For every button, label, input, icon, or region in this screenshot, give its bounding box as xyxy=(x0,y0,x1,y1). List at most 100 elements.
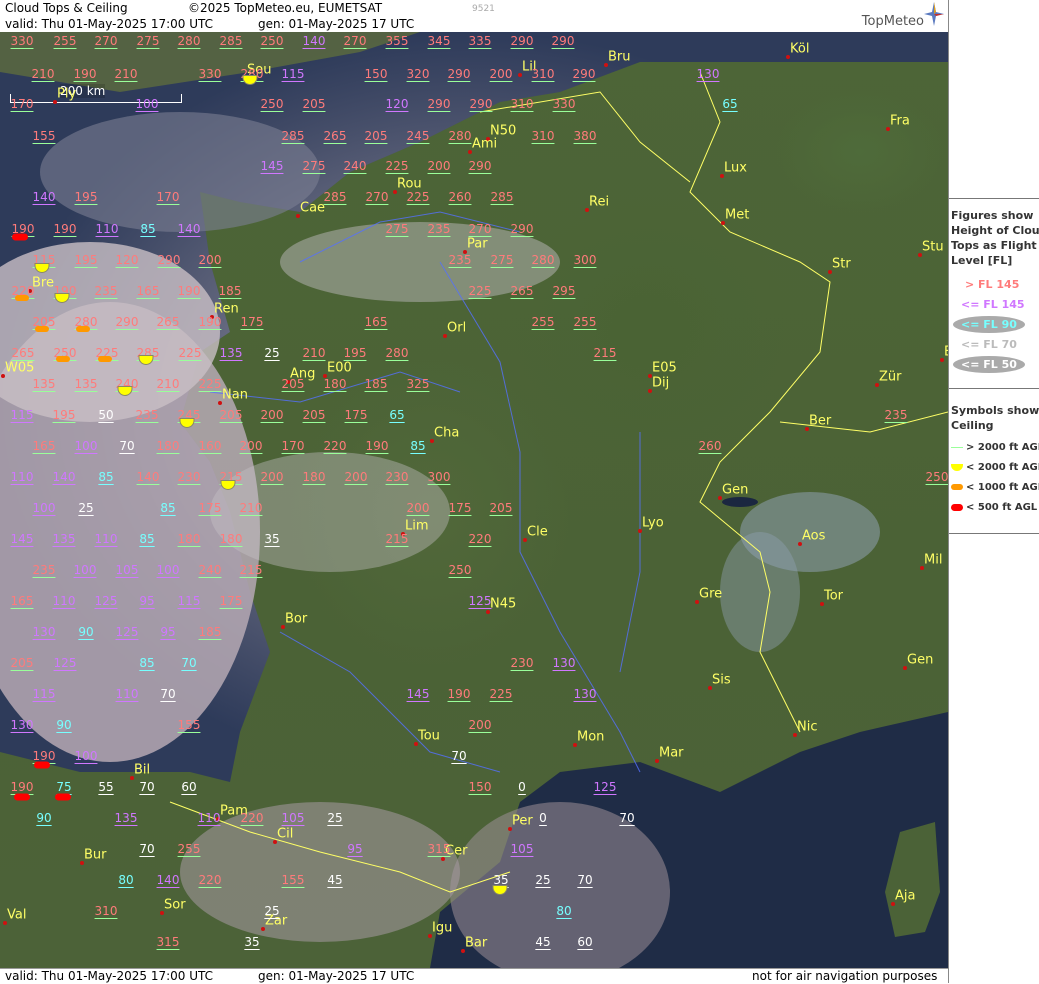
cloud-top-label: 230 xyxy=(385,470,409,484)
cloud-top-label: 175 xyxy=(344,408,368,422)
cloud-top-label: 100 xyxy=(74,439,98,453)
cloud-top-label: 135 xyxy=(74,377,98,391)
cloud-top-label: 130 xyxy=(573,687,597,701)
cloud-top-label: 230 xyxy=(510,656,534,670)
ceiling-orange-icon xyxy=(98,356,112,362)
cloud-top-label: 70 xyxy=(619,811,635,825)
cloud-top-label: 50 xyxy=(98,408,114,422)
cloud-top-label: 180 xyxy=(156,439,180,453)
symbol-row-2000-above: > 2000 ft AGL xyxy=(951,442,1039,453)
copyright-text: ©2025 TopMeteo.eu, EUMETSAT xyxy=(188,1,383,15)
cloud-top-label: 190 xyxy=(447,687,471,701)
cloud-top-label: 230 xyxy=(177,470,201,484)
cloud-top-label: 75 xyxy=(56,780,72,794)
legend-fl-above-145: > FL 145 xyxy=(965,278,1020,291)
cloud-top-label: 165 xyxy=(32,439,56,453)
cloud-top-label: 190 xyxy=(10,780,34,794)
cloud-top-label: 310 xyxy=(94,904,118,918)
cloud-top-label: 35 xyxy=(244,935,260,949)
cloud-top-label: 190 xyxy=(53,222,77,236)
cloud-top-label: 105 xyxy=(510,842,534,856)
city-label: Mon xyxy=(577,729,605,745)
cloud-top-label: 285 xyxy=(281,129,305,143)
cloud-top-label: 60 xyxy=(181,780,197,794)
footer-bar: valid: Thu 01-May-2025 17:00 UTC gen: 01… xyxy=(0,968,948,984)
cloud-top-label: 65 xyxy=(389,408,405,422)
cloud-top-label: 200 xyxy=(406,501,430,515)
satellite-map[interactable]: 200 km Sou Bru Köl Lil Ply Fra N50 Ami Lux Rou Cae… xyxy=(0,32,948,968)
cloud-top-label: 235 xyxy=(32,563,56,577)
cloud-top-label: 110 xyxy=(52,594,76,608)
cloud-top-label: 270 xyxy=(94,34,118,48)
city-label: Par xyxy=(467,236,488,252)
cloud-top-label: 165 xyxy=(364,315,388,329)
cloud-top-label: 45 xyxy=(535,935,551,949)
city-label: Zür xyxy=(879,369,902,385)
cloud-top-label: 165 xyxy=(136,284,160,298)
city-label: Köl xyxy=(790,41,810,57)
cloud-top-label: 95 xyxy=(139,594,155,608)
cloud-top-label: 220 xyxy=(198,873,222,887)
cloud-top-label: 290 xyxy=(469,97,493,111)
cloud-top-label: 200 xyxy=(260,470,284,484)
cloud-top-label: 330 xyxy=(552,97,576,111)
city-label: W05 xyxy=(5,360,35,376)
cloud-top-label: 210 xyxy=(31,67,55,81)
cloud-top-label: 200 xyxy=(260,408,284,422)
cloud-top-label: 320 xyxy=(406,67,430,81)
yellow-cloud-icon xyxy=(951,463,963,471)
cloud-top-label: 275 xyxy=(490,253,514,267)
cloud-top-label: 185 xyxy=(218,284,242,298)
cloud-top-label: 250 xyxy=(925,470,948,484)
cloud-top-label: 115 xyxy=(177,594,201,608)
cloud-top-label: 130 xyxy=(552,656,576,670)
legend-fl-50: <= FL 50 xyxy=(961,358,1017,371)
city-label: Str xyxy=(832,256,851,272)
ceiling-orange-icon xyxy=(15,295,29,301)
symbol-row-1000-below: < 1000 ft AGL xyxy=(951,482,1039,493)
cloud-top-label: 100 xyxy=(135,97,159,111)
ceiling-red-icon xyxy=(34,761,50,769)
cloud-top-label: 175 xyxy=(219,594,243,608)
legend-title-2: Height of Cloud xyxy=(951,224,1039,237)
city-label: Mil xyxy=(924,552,943,568)
cloud-top-label: 100 xyxy=(73,563,97,577)
cloud-top-label: 80 xyxy=(556,904,572,918)
cloud-top-label: 110 xyxy=(115,687,139,701)
cloud-top-label: 70 xyxy=(577,873,593,887)
legend-title-4: Level [FL] xyxy=(951,254,1013,267)
cloud-top-label: 300 xyxy=(573,253,597,267)
cloud-top-label: 105 xyxy=(281,811,305,825)
map-title: Cloud Tops & Ceiling xyxy=(5,1,128,15)
cloud-top-label: 290 xyxy=(551,34,575,48)
cloud-top-label: 290 xyxy=(510,34,534,48)
cloud-top-label: 85 xyxy=(160,501,176,515)
cloud-top-label: 25 xyxy=(535,873,551,887)
city-label: Bru xyxy=(608,49,631,65)
cloud-top-label: 190 xyxy=(177,284,201,298)
cloud-top-label: 190 xyxy=(32,749,56,763)
cloud-top-label: 80 xyxy=(118,873,134,887)
cloud-top-label: 235 xyxy=(94,284,118,298)
cloud-top-label: 310 xyxy=(531,129,555,143)
footer-disclaimer: not for air navigation purposes xyxy=(752,969,938,983)
cloud-top-label: 25 xyxy=(78,501,94,515)
cloud-top-label: 200 xyxy=(239,439,263,453)
city-label: Fra xyxy=(890,113,910,129)
footer-gen-time: gen: 01-May-2025 17 UTC xyxy=(258,969,415,983)
cloud-top-label: 240 xyxy=(343,159,367,173)
city-label: Bre xyxy=(32,275,54,291)
cloud-top-label: 155 xyxy=(281,873,305,887)
legend-fl-90: <= FL 90 xyxy=(961,318,1017,331)
cloud-top-label: 220 xyxy=(240,811,264,825)
cloud-top-label: 120 xyxy=(115,253,139,267)
green-line-icon xyxy=(951,446,963,448)
cloud-top-label: 85 xyxy=(140,222,156,236)
cloud-top-label: 255 xyxy=(53,34,77,48)
cloud-top-label: 175 xyxy=(448,501,472,515)
city-label: Lyo xyxy=(642,515,664,531)
cloud-top-label: 125 xyxy=(94,594,118,608)
cloud-top-label: 100 xyxy=(74,749,98,763)
cloud-top-label: 200 xyxy=(489,67,513,81)
cloud-top-label: 205 xyxy=(10,656,34,670)
